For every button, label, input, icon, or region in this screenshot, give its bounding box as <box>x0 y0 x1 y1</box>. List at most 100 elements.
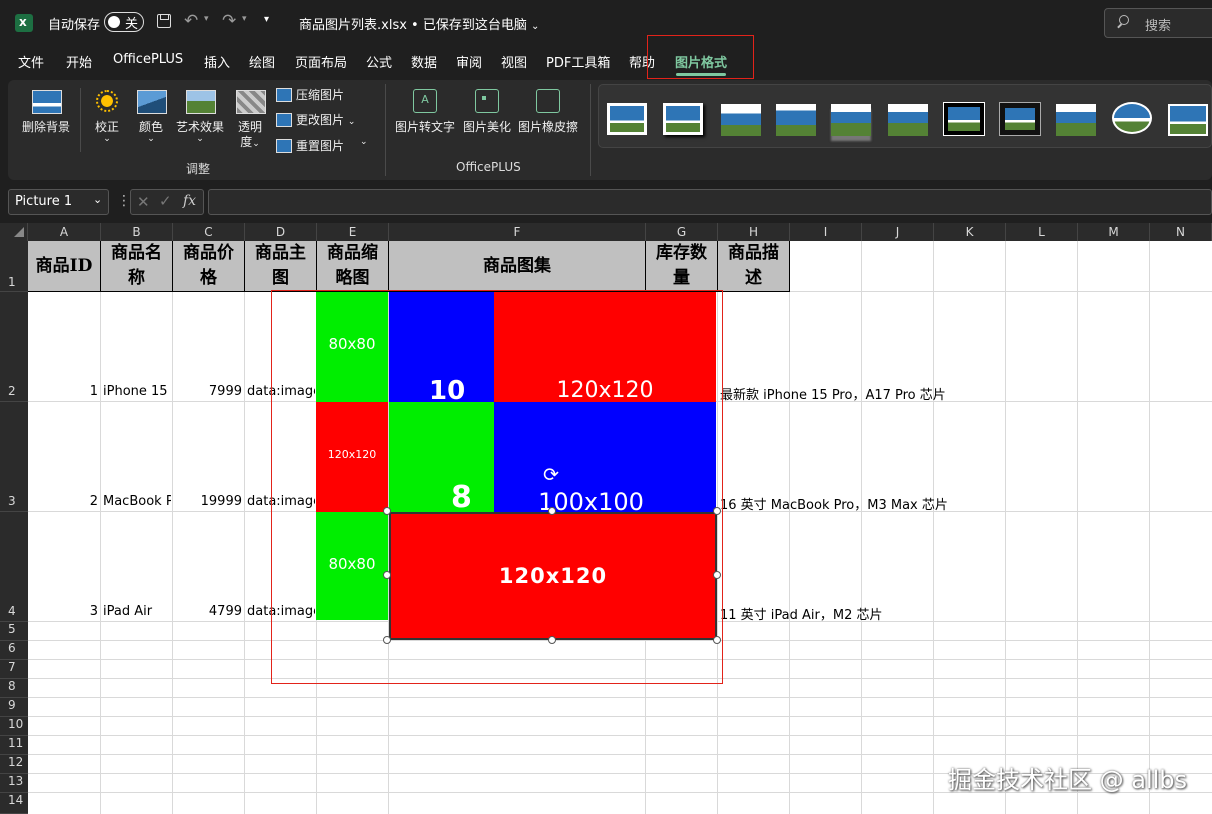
column-header-c[interactable]: C <box>173 223 245 241</box>
picture-style-thumb[interactable] <box>888 104 928 136</box>
header-cell-name[interactable]: 商品名 称 <box>101 241 173 292</box>
enter-icon[interactable]: ✓ <box>159 192 172 210</box>
row-header-1[interactable]: 1 <box>0 241 28 292</box>
redo-dropdown-icon[interactable]: ▾ <box>242 14 247 24</box>
transparency-button[interactable]: 透明 度⌄ <box>232 86 268 150</box>
cell-id[interactable]: 1 <box>30 384 98 399</box>
customize-toolbar-icon[interactable]: ▾ <box>264 14 269 25</box>
cell-id[interactable]: 2 <box>30 494 98 509</box>
corrections-button[interactable]: 校正 ⌄ <box>90 86 124 150</box>
image-to-text-button[interactable]: A 图片转文字 <box>394 86 456 136</box>
compress-pictures-button[interactable]: 压缩图片 <box>276 86 356 104</box>
row-header-8[interactable]: 8 <box>0 679 28 698</box>
picture-style-thumb[interactable] <box>999 102 1041 136</box>
undo-icon[interactable]: ↶ <box>184 11 198 31</box>
column-header-a[interactable]: A <box>28 223 101 241</box>
column-header-h[interactable]: H <box>718 223 790 241</box>
picture-style-thumb[interactable] <box>831 104 871 136</box>
cell-price[interactable]: 19999 <box>175 494 242 509</box>
header-cell-main-image[interactable]: 商品主 图 <box>245 241 317 292</box>
color-button[interactable]: 颜色 ⌄ <box>134 86 168 150</box>
cell-description[interactable]: 16 英寸 MacBook Pro，M3 Max 芯片 <box>720 494 1020 513</box>
remove-background-button[interactable]: 删除背景 <box>18 86 74 136</box>
row-header-3[interactable]: 3 <box>0 402 28 512</box>
autosave-toggle[interactable]: 关 <box>104 12 144 32</box>
image-beautify-button[interactable]: 图片美化 <box>460 86 514 136</box>
excel-logo-icon[interactable]: x <box>15 14 33 32</box>
row-header-9[interactable]: 9 <box>0 698 28 717</box>
save-icon[interactable] <box>157 14 171 28</box>
header-cell-thumbnail[interactable]: 商品缩 略图 <box>317 241 389 292</box>
column-header-n[interactable]: N <box>1150 223 1212 241</box>
picture-style-thumb[interactable] <box>1056 104 1096 136</box>
select-all-corner[interactable] <box>0 223 28 241</box>
picture-style-thumb[interactable] <box>776 104 816 136</box>
row-header-7[interactable]: 7 <box>0 660 28 679</box>
column-header-g[interactable]: G <box>646 223 718 241</box>
picture-style-thumb[interactable] <box>1168 104 1208 136</box>
image-eraser-button[interactable]: 图片橡皮擦 <box>516 86 580 136</box>
menu-review[interactable]: 审阅 <box>456 52 482 74</box>
cell-description[interactable]: 最新款 iPhone 15 Pro，A17 Pro 芯片 <box>720 384 1020 403</box>
row-header-12[interactable]: 12 <box>0 755 28 774</box>
menu-view[interactable]: 视图 <box>501 52 527 74</box>
picture-style-thumb[interactable] <box>607 103 647 135</box>
menu-insert[interactable]: 插入 <box>204 52 230 74</box>
file-title[interactable]: 商品图片列表.xlsx • 已保存到这台电脑 ⌄ <box>299 14 539 33</box>
reset-picture-button[interactable]: 重置图片 ⌄ <box>276 137 372 155</box>
cell-description[interactable]: 11 英寸 iPad Air，M2 芯片 <box>720 604 1020 623</box>
menu-pdf-toolbox[interactable]: PDF工具箱 <box>546 52 610 74</box>
header-cell-stock[interactable]: 库存数 量 <box>646 241 718 292</box>
menu-officeplus[interactable]: OfficePLUS <box>113 52 183 74</box>
redo-icon[interactable]: ↷ <box>222 11 236 31</box>
artistic-effects-button[interactable]: 艺术效果 ⌄ <box>172 86 228 150</box>
picture-style-thumb[interactable] <box>943 102 985 136</box>
change-picture-button[interactable]: 更改图片 ⌄ <box>276 111 361 129</box>
picture-style-thumb[interactable] <box>721 104 761 136</box>
header-cell-gallery[interactable]: 商品图集 <box>389 241 646 292</box>
column-header-j[interactable]: J <box>862 223 934 241</box>
menu-home[interactable]: 开始 <box>66 52 92 74</box>
row-header-10[interactable]: 10 <box>0 717 28 736</box>
name-box[interactable]: Picture 1 ⌄ <box>8 189 109 215</box>
column-header-m[interactable]: M <box>1078 223 1150 241</box>
cancel-icon[interactable]: ✕ <box>137 193 150 211</box>
formula-input[interactable] <box>208 189 1212 215</box>
cell-name[interactable]: MacBook Pr <box>103 494 171 509</box>
row-header-2[interactable]: 2 <box>0 292 28 402</box>
undo-dropdown-icon[interactable]: ▾ <box>204 14 209 24</box>
column-header-d[interactable]: D <box>245 223 317 241</box>
row-header-6[interactable]: 6 <box>0 641 28 660</box>
row-header-13[interactable]: 13 <box>0 774 28 793</box>
cell-name[interactable]: iPad Air <box>103 604 171 619</box>
header-cell-description[interactable]: 商品描 述 <box>718 241 790 292</box>
corrections-label: 校正 <box>94 120 119 134</box>
header-cell-id[interactable]: 商品ID <box>28 241 101 292</box>
menu-page-layout[interactable]: 页面布局 <box>295 52 347 74</box>
column-header-l[interactable]: L <box>1006 223 1078 241</box>
column-header-e[interactable]: E <box>317 223 389 241</box>
search-box[interactable]: 搜索 <box>1104 8 1212 38</box>
column-header-i[interactable]: I <box>790 223 862 241</box>
insert-function-icon[interactable]: fx <box>183 193 196 209</box>
cell-id[interactable]: 3 <box>30 604 98 619</box>
menu-data[interactable]: 数据 <box>411 52 437 74</box>
column-header-b[interactable]: B <box>101 223 173 241</box>
row-header-14[interactable]: 14 <box>0 793 28 814</box>
row-header-11[interactable]: 11 <box>0 736 28 755</box>
row-header-5[interactable]: 5 <box>0 622 28 641</box>
header-cell-price[interactable]: 商品价 格 <box>173 241 245 292</box>
picture-style-thumb[interactable] <box>1112 102 1152 134</box>
chevron-down-icon: ⌄ <box>531 21 540 32</box>
more-options-icon[interactable]: ⋮ <box>117 193 131 209</box>
menu-file[interactable]: 文件 <box>18 52 44 74</box>
menu-draw[interactable]: 绘图 <box>249 52 275 74</box>
cell-price[interactable]: 4799 <box>175 604 242 619</box>
menu-formulas[interactable]: 公式 <box>366 52 392 74</box>
row-header-4[interactable]: 4 <box>0 512 28 622</box>
column-header-k[interactable]: K <box>934 223 1006 241</box>
picture-style-thumb[interactable] <box>663 103 703 135</box>
cell-price[interactable]: 7999 <box>175 384 242 399</box>
column-header-f[interactable]: F <box>389 223 646 241</box>
cell-name[interactable]: iPhone 15 P <box>103 384 171 399</box>
